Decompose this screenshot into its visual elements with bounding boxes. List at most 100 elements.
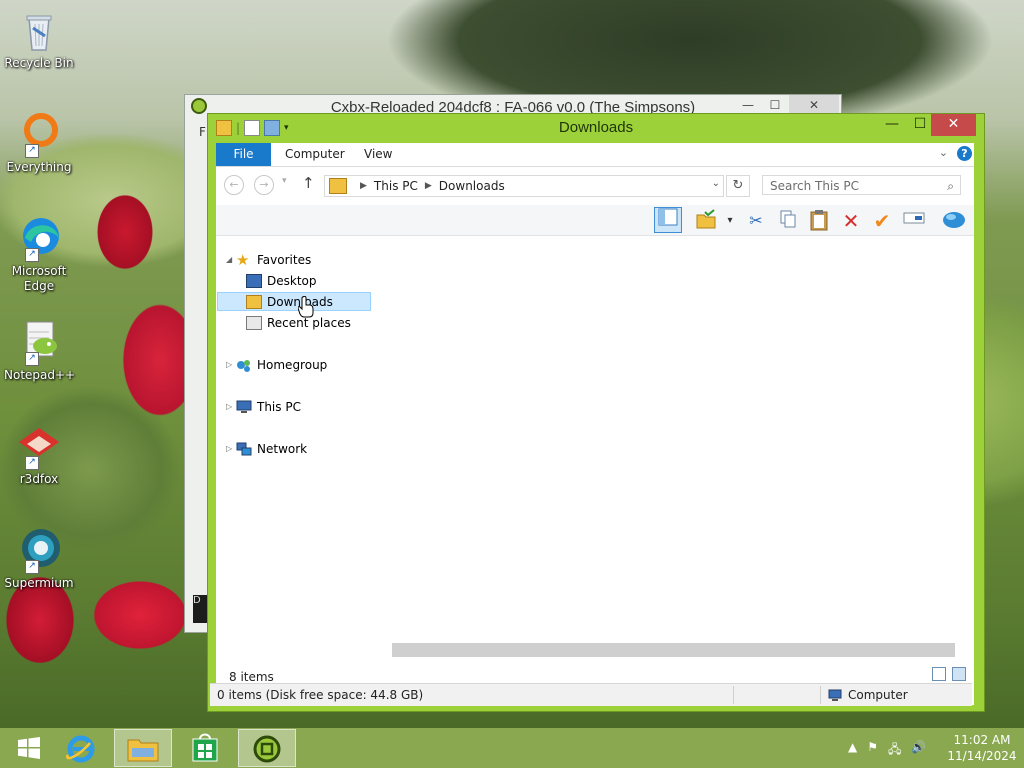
address-row: ← → ▾ ↑ ▶ This PC ▶ Downloads ⌄ ↻ Search… xyxy=(216,167,974,201)
expand-arrow-icon[interactable]: ▷ xyxy=(226,355,236,375)
shortcut-arrow-icon: ↗ xyxy=(25,352,39,366)
desktop-icon-label: Recycle Bin xyxy=(4,56,74,70)
explorer-content: File Computer View ⌄ ? ← → ▾ ↑ ▶ This PC… xyxy=(216,143,974,705)
breadcrumb-separator-icon[interactable]: ▶ xyxy=(360,181,367,191)
close-button[interactable]: ✕ xyxy=(931,114,976,136)
homegroup-icon xyxy=(236,358,252,372)
edge-icon: ↗ xyxy=(15,214,63,262)
network-tray-icon[interactable]: 🖧 xyxy=(888,740,901,761)
breadcrumb-separator-icon[interactable]: ▶ xyxy=(425,181,432,191)
computer-icon xyxy=(236,400,252,414)
taskbar-internet-explorer[interactable] xyxy=(52,729,110,767)
windows-logo-icon xyxy=(18,737,40,759)
computer-icon xyxy=(828,689,842,701)
maximize-button[interactable]: ☐ xyxy=(906,114,934,136)
nav-label: Network xyxy=(257,442,308,456)
start-button[interactable] xyxy=(0,729,58,767)
volume-icon[interactable]: 🔊 xyxy=(911,740,926,761)
nav-item-homegroup[interactable]: ▷ Homegroup xyxy=(226,355,327,375)
taskbar-store[interactable] xyxy=(176,729,234,767)
status-computer: Computer xyxy=(848,688,908,702)
shortcut-arrow-icon: ↗ xyxy=(25,144,39,158)
breadcrumb-this-pc[interactable]: This PC xyxy=(374,179,418,193)
tab-file[interactable]: File xyxy=(216,143,271,166)
taskbar-clock[interactable]: 11:02 AM 11/14/2024 xyxy=(946,732,1018,764)
ribbon-tabs: File Computer View ⌄ ? xyxy=(216,143,974,167)
show-hidden-icons-icon[interactable]: ▲ xyxy=(848,740,857,761)
tab-view[interactable]: View xyxy=(364,143,392,166)
explorer-window[interactable]: | ▾ Downloads — ☐ ✕ File Computer View ⌄… xyxy=(207,113,985,712)
nav-item-downloads[interactable]: Downloads xyxy=(217,292,371,311)
nav-item-this-pc[interactable]: ▷ This PC xyxy=(226,397,301,417)
taskbar-cxbx-reloaded[interactable] xyxy=(238,729,296,767)
address-dropdown-icon[interactable]: ⌄ xyxy=(712,178,720,189)
desktop-icon-recycle-bin[interactable]: Recycle Bin xyxy=(4,6,74,71)
desktop-icon-label: r3dfox xyxy=(19,472,59,486)
recent-locations-dropdown[interactable]: ▾ xyxy=(282,176,287,186)
command-toolbar: ▾ ✂ ✕ ✔ xyxy=(216,205,974,236)
desktop-icon-r3dfox[interactable]: ↗ r3dfox xyxy=(4,422,74,487)
details-view-icon[interactable] xyxy=(932,667,946,681)
notepad-plus-plus-icon: ↗ xyxy=(15,318,63,366)
select-folder-icon[interactable] xyxy=(694,209,718,233)
navigation-pane-button[interactable] xyxy=(654,207,682,233)
view-buttons xyxy=(932,667,966,681)
status-free-space: 0 items (Disk free space: 44.8 GB) xyxy=(217,688,424,702)
copy-icon[interactable] xyxy=(776,209,800,233)
horizontal-scrollbar[interactable] xyxy=(392,643,955,657)
desktop-icon-supermium[interactable]: ↗ Supermium xyxy=(4,526,74,591)
expand-arrow-icon[interactable]: ▷ xyxy=(226,439,236,459)
large-icons-view-icon[interactable] xyxy=(952,667,966,681)
minimize-button[interactable]: — xyxy=(878,114,906,136)
rename-check-icon[interactable]: ✔ xyxy=(870,209,894,233)
r3dfox-icon: ↗ xyxy=(15,422,63,470)
search-icon[interactable]: ⌕ xyxy=(947,176,954,196)
everything-icon: ↗ xyxy=(15,110,63,158)
explorer-titlebar[interactable]: | ▾ Downloads — ☐ ✕ xyxy=(208,114,984,142)
shortcut-arrow-icon: ↗ xyxy=(25,560,39,574)
refresh-button[interactable]: ↻ xyxy=(726,175,750,197)
help-icon[interactable]: ? xyxy=(957,146,972,161)
expand-arrow-icon[interactable]: ▷ xyxy=(226,397,236,417)
tab-computer[interactable]: Computer xyxy=(285,143,345,166)
select-dropdown-icon[interactable]: ▾ xyxy=(718,209,742,233)
downloads-folder-icon xyxy=(329,178,347,194)
cxbx-menu-file[interactable]: F xyxy=(199,125,206,139)
shortcut-arrow-icon: ↗ xyxy=(25,248,39,262)
file-explorer-icon xyxy=(127,739,159,762)
status-zone: Computer xyxy=(828,688,908,702)
search-input[interactable]: Search This PC ⌕ xyxy=(762,175,961,195)
shortcut-arrow-icon: ↗ xyxy=(25,456,39,470)
status-bar: 0 items (Disk free space: 44.8 GB) Compu… xyxy=(210,683,972,706)
nav-item-desktop[interactable]: Desktop xyxy=(246,271,317,291)
taskbar-file-explorer[interactable] xyxy=(114,729,172,767)
up-button[interactable]: ↑ xyxy=(302,174,315,192)
forward-button[interactable]: → xyxy=(254,175,274,195)
address-bar[interactable]: ▶ This PC ▶ Downloads ⌄ xyxy=(324,175,724,197)
delete-icon[interactable]: ✕ xyxy=(839,209,863,233)
desktop-icon-notepad-plus-plus[interactable]: ↗ Notepad++ xyxy=(4,318,75,383)
explorer-window-title: Downloads xyxy=(558,119,634,136)
desktop-icon-microsoft-edge[interactable]: ↗ Microsoft Edge xyxy=(4,214,74,294)
breadcrumb-downloads[interactable]: Downloads xyxy=(439,179,505,193)
back-button[interactable]: ← xyxy=(224,175,244,195)
action-center-flag-icon[interactable]: ⚑ xyxy=(867,740,878,761)
cxbx-icon xyxy=(253,735,281,763)
desktop-icon-label: Everything xyxy=(6,160,72,174)
star-icon: ★ xyxy=(236,251,250,269)
nav-item-network[interactable]: ▷ Network xyxy=(226,439,307,459)
desktop-icon-everything[interactable]: ↗ Everything xyxy=(4,110,74,175)
supermium-icon: ↗ xyxy=(15,526,63,574)
properties-icon[interactable] xyxy=(942,209,966,233)
nav-item-favorites[interactable]: ◢ ★ Favorites xyxy=(226,250,311,270)
desktop-icon-label: Supermium xyxy=(4,576,74,590)
collapse-arrow-icon[interactable]: ◢ xyxy=(226,250,236,270)
taskbar: ▲ ⚑ 🖧 🔊 11:02 AM 11/14/2024 xyxy=(0,728,1024,768)
expand-ribbon-chevron-icon[interactable]: ⌄ xyxy=(939,146,948,159)
clock-time: 11:02 AM xyxy=(953,733,1011,747)
nav-label: This PC xyxy=(257,400,301,414)
paste-icon[interactable] xyxy=(807,209,831,233)
cut-icon[interactable]: ✂ xyxy=(744,209,768,233)
system-tray: ▲ ⚑ 🖧 🔊 xyxy=(848,740,926,761)
rename-icon[interactable] xyxy=(902,209,926,233)
